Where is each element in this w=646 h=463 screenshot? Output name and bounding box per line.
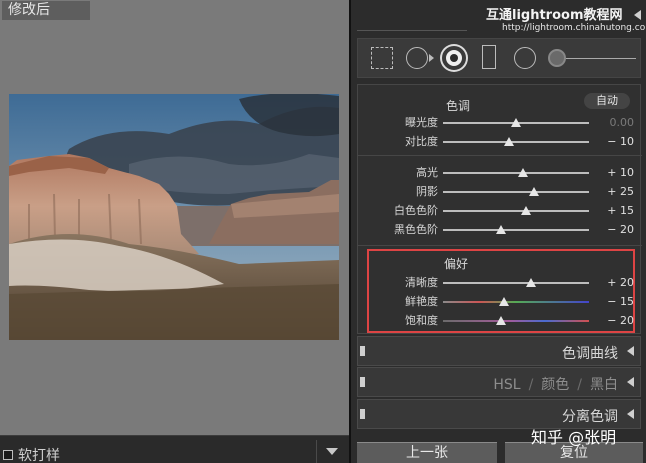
slider-label: 鲜艳度 — [405, 295, 438, 308]
slider-label: 白色色阶 — [394, 204, 438, 217]
slider-track[interactable] — [443, 137, 589, 146]
slider-label: 清晰度 — [405, 276, 438, 289]
slider-thumb[interactable] — [521, 206, 532, 215]
slider-label: 对比度 — [405, 135, 438, 148]
preview-toolbar: 软打样 — [0, 435, 349, 463]
slider-value[interactable]: − 20 — [594, 312, 634, 330]
slider-track[interactable] — [443, 316, 589, 325]
spot-removal-icon[interactable] — [406, 47, 428, 69]
slider-row: 清晰度 + 20 — [358, 274, 642, 292]
slider-row: 鲜艳度 − 15 — [358, 293, 642, 311]
tab-separator: / — [528, 377, 534, 393]
slider-thumb[interactable] — [496, 225, 507, 234]
panel-toggle-icon[interactable] — [360, 409, 365, 419]
slider-track[interactable] — [443, 118, 589, 127]
tab-bw[interactable]: 黑白 — [590, 374, 618, 394]
watermark: 知乎 @张明 — [531, 428, 617, 447]
crop-overlay-icon[interactable] — [371, 47, 393, 69]
radial-filter-icon[interactable] — [514, 47, 536, 69]
slider-thumb[interactable] — [518, 168, 529, 177]
section-divider — [358, 155, 642, 156]
panel-expand-icon[interactable] — [627, 409, 634, 419]
split-toning-title: 分离色调 — [562, 409, 618, 425]
tab-color[interactable]: 颜色 — [541, 374, 569, 394]
red-eye-icon[interactable] — [442, 46, 466, 70]
graduated-filter-icon[interactable] — [482, 45, 496, 69]
soft-proof-checkbox[interactable] — [3, 450, 13, 460]
section-divider — [358, 245, 642, 246]
site-url: http://lightroom.chinahutong.com/ — [502, 23, 646, 33]
toolbar-menu-chevron-icon[interactable] — [326, 448, 338, 455]
tone-curve-panel[interactable]: 色调曲线 — [357, 336, 641, 366]
auto-tone-button[interactable]: 自动 — [584, 93, 630, 109]
slider-value[interactable]: 0.00 — [594, 114, 635, 132]
slider-value[interactable]: + 15 — [594, 202, 634, 220]
slider-value[interactable]: + 20 — [594, 274, 634, 292]
basic-panel: 色调 自动 曝光度 0.00 对比度 − 10 高光 + 10 阴影 + 25 白色色阶 + 1… — [357, 84, 642, 334]
slider-label: 黑色色阶 — [394, 223, 438, 236]
site-name: 互通lightroom教程网 — [486, 8, 623, 23]
slider-label: 高光 — [416, 166, 438, 179]
toolbar-divider — [316, 440, 317, 463]
panel-toggle-icon[interactable] — [360, 377, 365, 387]
slider-row: 饱和度 − 20 — [358, 312, 642, 330]
panel-toggle-icon[interactable] — [360, 346, 365, 356]
slider-row: 黑色色阶 − 20 — [358, 221, 642, 239]
slider-row: 高光 + 10 — [358, 164, 642, 182]
slider-thumb[interactable] — [525, 278, 536, 287]
view-mode-label: 修改后 — [2, 1, 90, 20]
tone-section-title: 色调 — [446, 99, 471, 113]
brush-size-line — [566, 58, 636, 59]
slider-value[interactable]: + 25 — [594, 183, 634, 201]
slider-thumb[interactable] — [511, 118, 521, 127]
panel-expand-icon[interactable] — [627, 377, 634, 387]
slider-row: 对比度 − 10 — [358, 133, 642, 151]
adjustment-brush-icon[interactable] — [548, 49, 566, 67]
slider-track[interactable] — [443, 225, 589, 234]
panel-expand-icon[interactable] — [627, 346, 634, 356]
tab-hsl[interactable]: HSL — [493, 377, 520, 393]
tone-curve-title: 色调曲线 — [562, 346, 618, 362]
slider-label: 饱和度 — [405, 314, 438, 327]
develop-panel: 互通lightroom教程网 http://lightroom.chinahut… — [349, 0, 646, 463]
hsl-tabs: HSL / 颜色 / 黑白 — [493, 374, 618, 394]
slider-label: 阴影 — [416, 185, 438, 198]
slider-value[interactable]: − 20 — [594, 221, 634, 239]
slider-value[interactable]: + 10 — [594, 164, 634, 182]
slider-track[interactable] — [443, 206, 589, 215]
presence-section-title: 偏好 — [444, 257, 469, 271]
slider-thumb[interactable] — [499, 297, 510, 306]
tool-strip — [357, 38, 641, 78]
previous-button[interactable]: 上一张 — [357, 442, 497, 463]
slider-row: 白色色阶 + 15 — [358, 202, 642, 220]
slider-row: 曝光度 0.00 — [358, 114, 642, 132]
slider-track[interactable] — [443, 187, 589, 196]
slider-value[interactable]: − 10 — [594, 133, 634, 151]
slider-thumb[interactable] — [496, 316, 507, 325]
slider-thumb[interactable] — [528, 187, 539, 196]
slider-label: 曝光度 — [405, 116, 438, 129]
hsl-panel[interactable]: HSL / 颜色 / 黑白 — [357, 367, 641, 397]
histogram-collapse-icon[interactable] — [634, 10, 641, 20]
banner-line — [357, 30, 467, 31]
slider-track[interactable] — [443, 278, 589, 287]
slider-value[interactable]: − 15 — [594, 293, 634, 311]
slider-thumb[interactable] — [503, 137, 514, 146]
spot-removal-arrow-icon — [429, 54, 434, 62]
slider-track[interactable] — [443, 297, 589, 306]
slider-track[interactable] — [443, 168, 589, 177]
tab-separator: / — [577, 377, 582, 393]
slider-row: 阴影 + 25 — [358, 183, 642, 201]
soft-proof-label: 软打样 — [18, 448, 60, 463]
